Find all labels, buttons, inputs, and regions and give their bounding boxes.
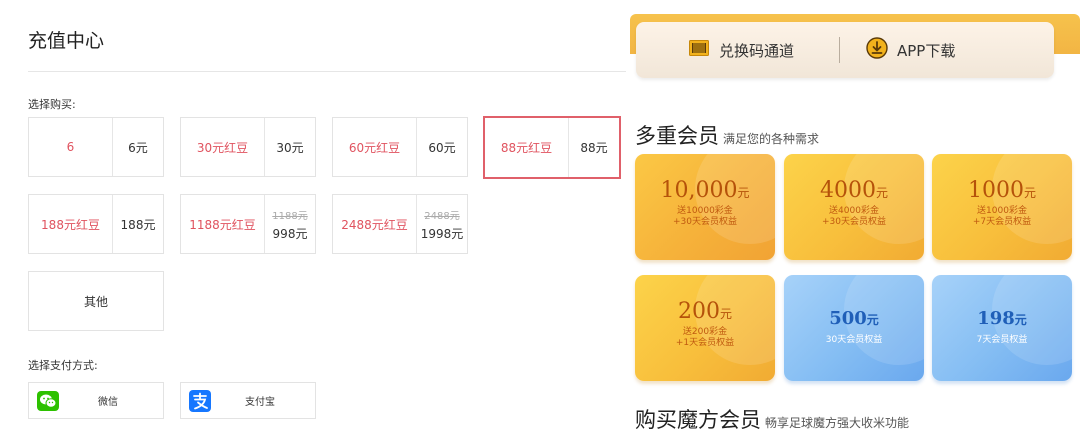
package-price: 188元 bbox=[120, 217, 156, 232]
other-amount-option[interactable]: 其他 bbox=[28, 271, 164, 331]
package-name: 60元红豆 bbox=[333, 118, 417, 176]
buy-member-title: 购买魔方会员 bbox=[635, 408, 761, 432]
package-price: 6元 bbox=[128, 140, 148, 155]
package-price-box: 88元 bbox=[569, 118, 619, 177]
card-desc: 7天会员权益 bbox=[932, 335, 1072, 346]
card-desc: 30天会员权益 bbox=[784, 335, 924, 346]
member-card[interactable]: 200元 送200彩金 +1天会员权益 bbox=[635, 275, 775, 381]
card-benefit: +30天会员权益 bbox=[822, 217, 886, 227]
card-bonus: 送1000彩金 bbox=[977, 206, 1027, 216]
buy-member-subtitle: 畅享足球魔方强大收米功能 bbox=[765, 416, 910, 430]
multi-member-subtitle: 满足您的各种需求 bbox=[723, 132, 820, 146]
redeem-code-link[interactable]: 兑换码通道 bbox=[689, 40, 794, 61]
package-option[interactable]: 60元红豆 60元 bbox=[332, 117, 468, 177]
package-price: 60元 bbox=[428, 140, 456, 155]
app-download-link[interactable]: APP下载 bbox=[866, 37, 955, 63]
amount-value: 1000 bbox=[967, 178, 1024, 203]
package-price-box: 188元 bbox=[113, 195, 163, 253]
recharge-panel: 充值中心 选择购买: 6 6元 30元红豆 30元 60元红豆 60元 88元红… bbox=[0, 0, 630, 447]
member-card[interactable]: 10,000元 送10000彩金 +30天会员权益 bbox=[635, 154, 775, 260]
amount-unit: 元 bbox=[719, 307, 732, 321]
card-desc: 送10000彩金 +30天会员权益 bbox=[635, 206, 775, 228]
card-desc: 送4000彩金 +30天会员权益 bbox=[784, 206, 924, 228]
amount-unit: 元 bbox=[737, 186, 750, 200]
card-amount: 1000元 bbox=[932, 178, 1072, 203]
package-price-box: 30元 bbox=[265, 118, 315, 176]
card-benefit: 7天会员权益 bbox=[976, 335, 1028, 345]
package-option-selected[interactable]: 88元红豆 88元 bbox=[483, 116, 621, 179]
package-option[interactable]: 1188元红豆 1188元 998元 bbox=[180, 194, 316, 254]
package-price: 1998元 bbox=[420, 226, 464, 241]
card-bonus: 送200彩金 bbox=[682, 327, 728, 337]
page-title: 充值中心 bbox=[28, 30, 105, 52]
member-card[interactable]: 500元 30天会员权益 bbox=[784, 275, 924, 381]
package-name: 2488元红豆 bbox=[333, 195, 417, 253]
section-title: 多重会员 满足您的各种需求 bbox=[635, 120, 819, 150]
card-amount: 500元 bbox=[784, 308, 924, 329]
card-benefit: +7天会员权益 bbox=[972, 217, 1032, 227]
card-amount: 10,000元 bbox=[635, 178, 775, 203]
alipay-icon bbox=[181, 383, 219, 418]
package-option[interactable]: 188元红豆 188元 bbox=[28, 194, 164, 254]
ticket-icon bbox=[689, 40, 709, 60]
card-benefit: 30天会员权益 bbox=[825, 335, 883, 345]
divider bbox=[28, 71, 626, 72]
package-price-box: 60元 bbox=[417, 118, 467, 176]
amount-value: 10,000 bbox=[660, 178, 738, 203]
card-desc: 送1000彩金 +7天会员权益 bbox=[932, 206, 1072, 228]
card-amount: 4000元 bbox=[784, 178, 924, 203]
pay-wechat-button[interactable]: 微信 bbox=[28, 382, 164, 419]
top-action-bar: 兑换码通道 APP下载 bbox=[636, 22, 1054, 78]
package-price: 998元 bbox=[272, 226, 308, 241]
multi-member-title: 多重会员 bbox=[635, 124, 719, 148]
package-name: 1188元红豆 bbox=[181, 195, 265, 253]
package-original-price: 2488元 bbox=[424, 210, 460, 222]
package-price-box: 1188元 998元 bbox=[265, 195, 315, 253]
amount-unit: 元 bbox=[1014, 313, 1027, 327]
card-benefit: +30天会员权益 bbox=[673, 217, 737, 227]
member-card[interactable]: 1000元 送1000彩金 +7天会员权益 bbox=[932, 154, 1072, 260]
amount-unit: 元 bbox=[875, 186, 888, 200]
buy-label: 选择购买: bbox=[28, 98, 76, 111]
card-amount: 198元 bbox=[932, 308, 1072, 329]
pay-wechat-label: 微信 bbox=[98, 397, 118, 408]
app-download-label: APP下载 bbox=[897, 41, 956, 60]
member-card[interactable]: 4000元 送4000彩金 +30天会员权益 bbox=[784, 154, 924, 260]
pay-alipay-button[interactable]: 支付宝 bbox=[180, 382, 316, 419]
package-price-box: 6元 bbox=[113, 118, 163, 176]
package-option[interactable]: 30元红豆 30元 bbox=[180, 117, 316, 177]
pay-label: 选择支付方式: bbox=[28, 359, 98, 372]
amount-value: 500 bbox=[829, 308, 867, 329]
download-icon bbox=[866, 37, 888, 63]
amount-unit: 元 bbox=[1023, 186, 1036, 200]
membership-panel: 兑换码通道 APP下载 多重会员 满足您的各种需求 10,000元 送10000彩… bbox=[630, 0, 1080, 447]
section-title: 购买魔方会员 畅享足球魔方强大收米功能 bbox=[635, 404, 909, 434]
package-name: 88元红豆 bbox=[485, 118, 569, 177]
amount-value: 4000 bbox=[819, 178, 876, 203]
amount-value: 198 bbox=[977, 308, 1015, 329]
package-name: 6 bbox=[29, 118, 113, 176]
divider bbox=[839, 37, 840, 63]
card-benefit: +1天会员权益 bbox=[675, 338, 735, 348]
card-bonus: 送4000彩金 bbox=[829, 206, 879, 216]
package-original-price: 1188元 bbox=[272, 210, 308, 222]
amount-value: 200 bbox=[677, 299, 720, 324]
card-bonus: 送10000彩金 bbox=[677, 206, 733, 216]
other-label: 其他 bbox=[83, 294, 108, 309]
package-option[interactable]: 6 6元 bbox=[28, 117, 164, 177]
package-price: 88元 bbox=[580, 141, 608, 155]
card-desc: 送200彩金 +1天会员权益 bbox=[635, 327, 775, 349]
package-price-box: 2488元 1998元 bbox=[417, 195, 467, 253]
member-card[interactable]: 198元 7天会员权益 bbox=[932, 275, 1072, 381]
package-name: 30元红豆 bbox=[181, 118, 265, 176]
package-option[interactable]: 2488元红豆 2488元 1998元 bbox=[332, 194, 468, 254]
package-name: 188元红豆 bbox=[29, 195, 113, 253]
pay-alipay-label: 支付宝 bbox=[245, 397, 275, 408]
package-price: 30元 bbox=[276, 140, 304, 155]
card-amount: 200元 bbox=[635, 299, 775, 324]
redeem-code-label: 兑换码通道 bbox=[719, 41, 795, 60]
amount-unit: 元 bbox=[866, 313, 879, 327]
wechat-icon bbox=[29, 383, 67, 418]
